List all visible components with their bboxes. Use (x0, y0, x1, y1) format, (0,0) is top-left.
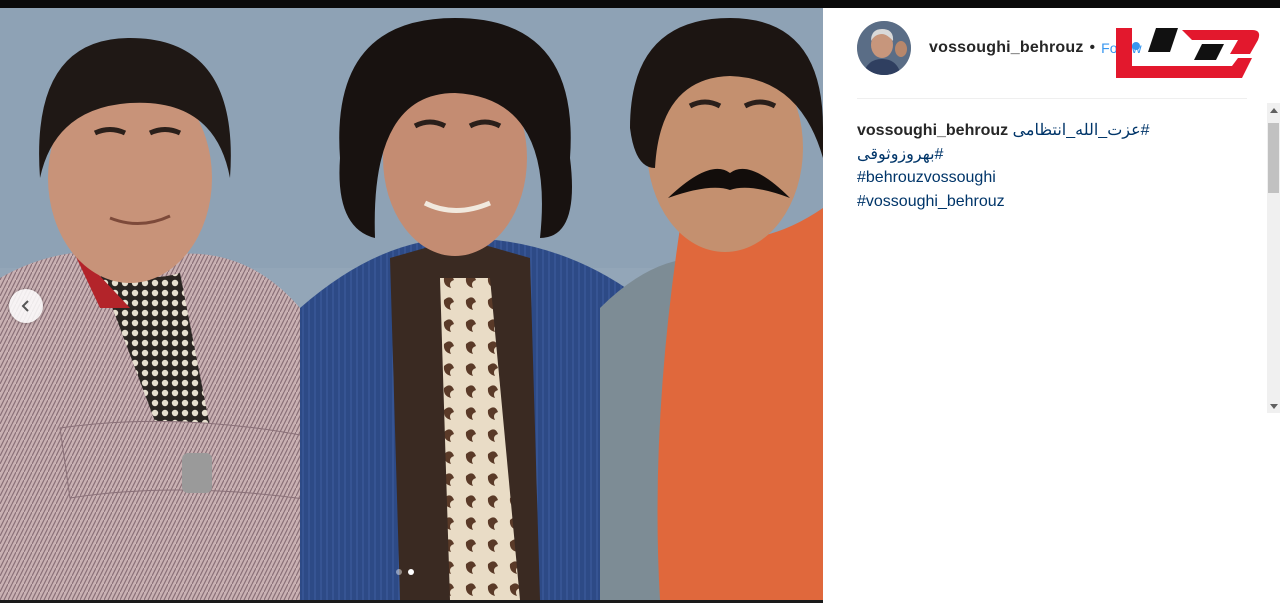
top-bar (0, 0, 1280, 8)
hashtag-link[interactable]: #vossoughi_behrouz (857, 190, 1257, 214)
header-divider (857, 98, 1247, 99)
post-caption: vossoughi_behrouz #عزت_الله_انتظامی #بهر… (857, 119, 1257, 213)
post-username[interactable]: vossoughi_behrouz (929, 39, 1084, 57)
hashtag-link[interactable]: #بهروزوثوقی (857, 143, 1257, 167)
scroll-up-arrow-icon[interactable] (1267, 103, 1280, 117)
post-photo (0, 8, 823, 600)
carousel-dot (396, 569, 402, 575)
chevron-left-icon (21, 300, 29, 312)
header-separator: • (1089, 39, 1096, 56)
comments-scrollbar[interactable] (1267, 103, 1280, 413)
post-side-panel: vossoughi_behrouz • Follow vossoughi_beh… (823, 8, 1280, 603)
carousel-dot-active (408, 569, 414, 575)
hashtag-link[interactable]: #عزت_الله_انتظامی (1013, 122, 1150, 139)
post-media[interactable] (0, 8, 823, 600)
caption-username[interactable]: vossoughi_behrouz (857, 122, 1008, 139)
scroll-down-arrow-icon[interactable] (1267, 399, 1280, 413)
hashtag-link[interactable]: #behrouzvossoughi (857, 166, 1257, 190)
profile-photo (857, 21, 911, 75)
news-site-logo (1116, 28, 1260, 78)
carousel-indicator (396, 569, 414, 575)
scrollbar-thumb[interactable] (1268, 123, 1279, 193)
avatar[interactable] (857, 21, 911, 75)
carousel-prev-button[interactable] (9, 289, 43, 323)
